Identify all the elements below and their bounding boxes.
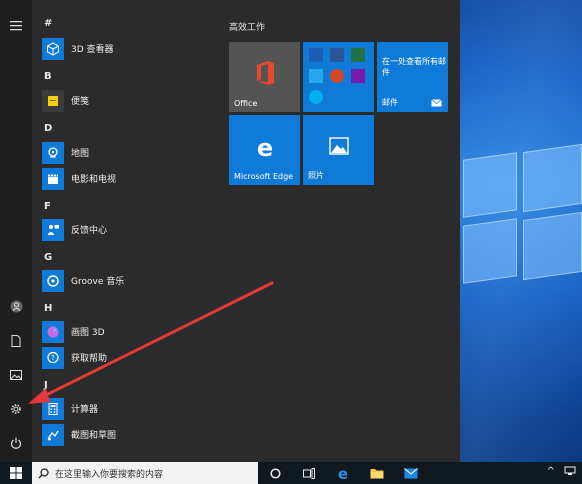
search-placeholder: 在这里输入你要搜索的内容 xyxy=(55,469,164,480)
task-view-icon[interactable] xyxy=(292,462,326,484)
network-icon[interactable] xyxy=(564,466,576,476)
svg-text:e: e xyxy=(338,466,348,480)
edge-taskbar-icon[interactable]: e xyxy=(326,462,360,484)
chevron-up-icon[interactable]: ^ xyxy=(547,466,555,477)
taskbar: 在这里输入你要搜索的内容 e ^ xyxy=(0,462,582,484)
system-tray: ^ xyxy=(547,466,576,477)
cortana-circle-icon[interactable] xyxy=(258,462,292,484)
taskbar-search-box[interactable]: 在这里输入你要搜索的内容 xyxy=(32,462,258,484)
file-explorer-icon[interactable] xyxy=(360,462,394,484)
search-icon xyxy=(38,467,49,478)
windows-start-icon[interactable] xyxy=(0,462,32,484)
red-annotation-arrow xyxy=(28,281,274,404)
mail-taskbar-icon[interactable] xyxy=(394,462,428,484)
